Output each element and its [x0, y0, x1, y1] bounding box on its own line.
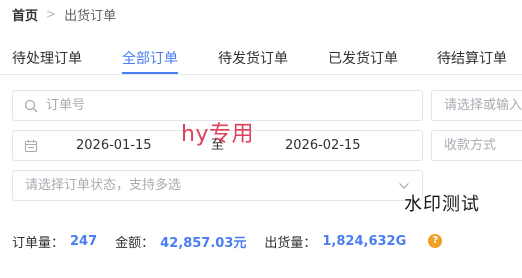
orders-count-label: 订单量： — [12, 235, 65, 251]
breadcrumb: 首页 > 出货订单 — [12, 4, 116, 24]
payment-method-select[interactable]: 收款方式 — [431, 130, 522, 161]
order-tabs: 待处理订单 全部订单 待发货订单 已发货订单 待结算订单 — [0, 38, 522, 75]
tab-to-settle[interactable]: 待结算订单 — [437, 48, 507, 68]
tab-all[interactable]: 全部订单 — [122, 48, 178, 68]
chevron-down-icon[interactable] — [398, 182, 410, 190]
tab-pending[interactable]: 待处理订单 — [12, 48, 82, 68]
order-stats: 订单量： 247 金额： 42,857.03元 出货量： 1,824,632G … — [12, 231, 443, 251]
breadcrumb-separator: > — [46, 7, 57, 21]
shipped-quantity-value: 1,824,632G — [322, 233, 407, 249]
shipped-quantity-label: 出货量： — [264, 235, 317, 251]
order-status-multiselect[interactable]: 请选择订单状态，支持多选 — [12, 170, 423, 201]
active-tab-indicator — [122, 72, 178, 74]
date-start-value[interactable]: 2026-01-15 — [76, 131, 152, 160]
watermark-black: 水印测试 — [404, 194, 480, 215]
order-number-placeholder: 订单号 — [46, 98, 86, 113]
search-icon — [24, 99, 38, 113]
tab-to-ship[interactable]: 待发货订单 — [218, 48, 288, 68]
breadcrumb-current: 出货订单 — [64, 8, 117, 24]
calendar-icon — [24, 140, 38, 153]
order-status-placeholder: 请选择订单状态，支持多选 — [25, 178, 182, 193]
breadcrumb-home-link[interactable]: 首页 — [12, 5, 38, 24]
shipping-orders-page: 首页 > 出货订单 待处理订单 全部订单 待发货订单 已发货订单 待结算订单 订… — [0, 0, 522, 278]
select-or-input-placeholder: 请选择或输入 — [444, 98, 522, 113]
watermark-red: hy专用 — [181, 122, 254, 147]
select-or-input-field[interactable]: 请选择或输入 — [431, 90, 522, 121]
orders-count-value: 247 — [70, 233, 98, 249]
help-icon[interactable]: ? — [428, 234, 443, 248]
date-end-value[interactable]: 2026-02-15 — [285, 131, 361, 160]
tab-shipped[interactable]: 已发货订单 — [328, 48, 398, 68]
payment-method-placeholder: 收款方式 — [444, 138, 497, 153]
amount-value: 42,857.03元 — [160, 235, 247, 251]
amount-label: 金额： — [115, 235, 155, 251]
